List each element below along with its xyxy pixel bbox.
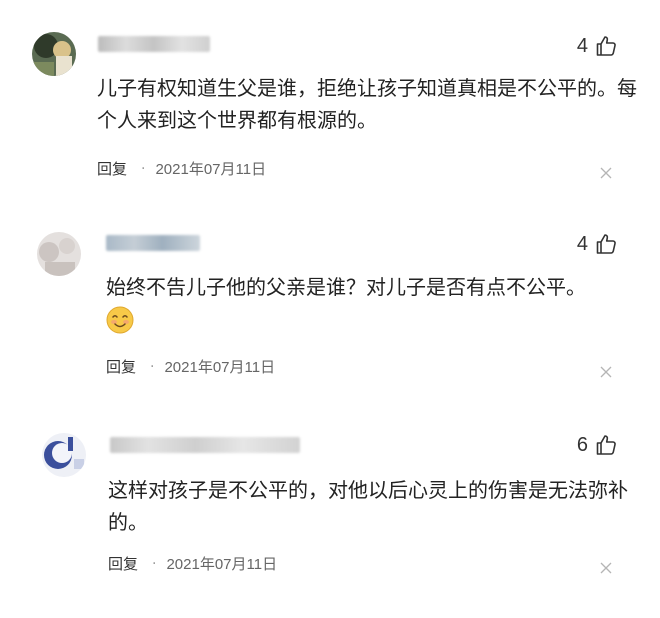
close-icon[interactable]	[600, 167, 612, 179]
thumbs-up-icon	[596, 36, 616, 56]
comment-text: 始终不告儿子他的父亲是谁？对儿子是否有点不公平。	[106, 275, 586, 299]
username[interactable]	[106, 235, 200, 251]
reply-button[interactable]: 回复	[108, 553, 138, 574]
avatar[interactable]	[37, 232, 81, 276]
comment-text: 这样对孩子是不公平的，对他以后心灵上的伤害是无法弥补的。	[108, 478, 628, 534]
reply-button[interactable]: 回复	[106, 356, 136, 377]
comment-meta: 回复 · 2021年07月11日	[106, 356, 275, 377]
like-count: 6	[576, 433, 588, 456]
thumbs-up-icon	[596, 435, 616, 455]
smile-emoji-icon	[106, 306, 134, 334]
comment-date: 2021年07月11日	[166, 556, 278, 573]
reply-button[interactable]: 回复	[97, 158, 127, 179]
close-icon[interactable]	[600, 366, 612, 378]
like-count: 4	[576, 34, 588, 57]
separator-dot: ·	[150, 358, 155, 375]
username[interactable]	[98, 36, 210, 52]
close-icon[interactable]	[600, 562, 612, 574]
comment-text: 儿子有权知道生父是谁，拒绝让孩子知道真相是不公平的。每个人来到这个世界都有根源的…	[97, 76, 637, 132]
avatar[interactable]	[32, 32, 76, 76]
separator-dot: ·	[141, 160, 146, 177]
like-button[interactable]: 6	[577, 432, 618, 458]
username[interactable]	[110, 437, 300, 453]
like-button[interactable]: 4	[577, 33, 618, 59]
like-button[interactable]: 4	[577, 231, 618, 257]
avatar[interactable]	[42, 433, 86, 477]
comment-date: 2021年07月11日	[155, 161, 267, 178]
separator-dot: ·	[152, 555, 157, 572]
thumbs-up-icon	[596, 234, 616, 254]
like-count: 4	[576, 232, 588, 255]
comment-meta: 回复 · 2021年07月11日	[108, 553, 277, 574]
comment-date: 2021年07月11日	[164, 359, 276, 376]
comment-meta: 回复 · 2021年07月11日	[97, 158, 266, 179]
